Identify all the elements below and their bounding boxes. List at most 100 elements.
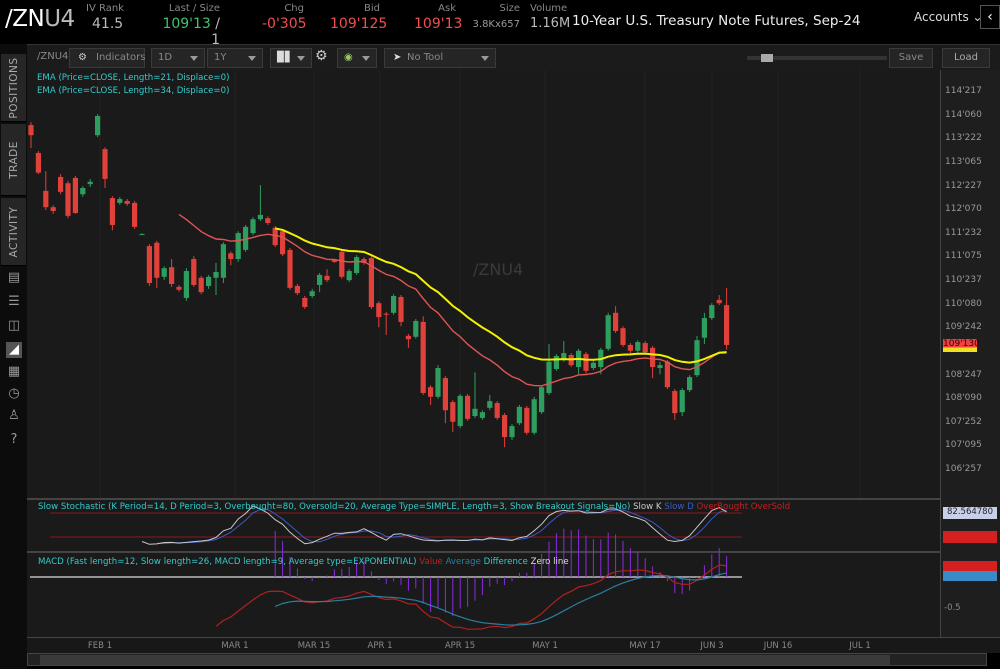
- ema34-legend[interactable]: EMA (Price=CLOSE, Length=34, Displace=0): [37, 86, 229, 96]
- candle-body: [228, 253, 234, 260]
- candle-body: [50, 207, 56, 212]
- candle-body: [531, 399, 537, 433]
- candle-body: [472, 408, 478, 416]
- stochastic-legend[interactable]: Slow Stochastic (K Period=14, D Period=3…: [38, 502, 790, 512]
- macd-title: MACD (Fast length=12, Slow length=26, MA…: [38, 557, 417, 567]
- candle-body: [257, 214, 263, 220]
- candle-body: [391, 296, 397, 313]
- macd-legend[interactable]: MACD (Fast length=12, Slow length=26, MA…: [38, 557, 569, 567]
- candle-body: [687, 377, 693, 391]
- candle-body: [339, 251, 345, 277]
- candle-body: [280, 231, 286, 255]
- candle-body: [191, 259, 197, 285]
- legend-slow-d: Slow D: [664, 502, 694, 512]
- candle-body: [590, 362, 596, 368]
- candle-body: [546, 361, 552, 393]
- candle-body: [213, 272, 219, 278]
- candle-body: [398, 296, 404, 322]
- candle-body: [235, 233, 241, 260]
- candle-body: [694, 340, 700, 376]
- candle-body: [420, 321, 426, 393]
- candle-body: [553, 356, 559, 369]
- candle-body: [620, 328, 626, 345]
- candle-body: [287, 249, 293, 288]
- candle-body: [206, 276, 212, 286]
- candle-body: [457, 395, 463, 427]
- candle-body: [95, 116, 101, 136]
- ema34-line: [275, 227, 727, 364]
- candle-body: [709, 305, 715, 319]
- candle-body: [701, 318, 707, 338]
- candle-body: [161, 268, 167, 277]
- candle-body: [346, 271, 352, 281]
- candle-body: [376, 303, 382, 318]
- candle-body: [413, 320, 419, 337]
- candle-body: [509, 426, 515, 438]
- candle-body: [294, 285, 300, 294]
- candle-body: [442, 378, 448, 411]
- candle-body: [324, 275, 330, 281]
- candle-body: [465, 395, 471, 419]
- panel-separator: [27, 551, 940, 553]
- legend-difference: Difference: [483, 557, 528, 567]
- candle-body: [146, 246, 152, 284]
- candle-body: [642, 343, 648, 353]
- candle-body: [302, 297, 308, 308]
- legend-zero-line: Zero line: [530, 557, 569, 567]
- legend-average: Average: [445, 557, 481, 567]
- candle-body: [613, 312, 619, 332]
- candle-body: [169, 267, 175, 284]
- ema21-legend[interactable]: EMA (Price=CLOSE, Length=21, Displace=0): [37, 73, 229, 83]
- candle-body: [102, 149, 108, 179]
- panel-separator: [27, 498, 940, 500]
- candle-body: [657, 365, 663, 368]
- candle-body: [124, 200, 130, 204]
- chart-watermark: /ZNU4: [473, 260, 524, 279]
- candle-body: [516, 406, 522, 424]
- candle-body: [635, 342, 641, 351]
- candle-body: [28, 125, 34, 136]
- candle-body: [154, 242, 160, 278]
- candle-body: [35, 152, 41, 173]
- candle-body: [539, 387, 545, 413]
- candle-body: [479, 412, 485, 418]
- candle-body: [502, 415, 508, 438]
- candle-body: [354, 257, 360, 273]
- candle-body: [220, 244, 226, 278]
- candle-body: [117, 199, 123, 203]
- candle-body: [627, 344, 633, 351]
- legend-slow-k: Slow K: [633, 502, 662, 512]
- candle-body: [428, 387, 434, 397]
- candle-body: [524, 407, 530, 433]
- legend-value: Value: [419, 557, 443, 567]
- candle-body: [65, 183, 71, 216]
- legend-overbought: OverBought: [696, 502, 749, 512]
- candle-body: [317, 274, 323, 285]
- candle-body: [605, 315, 611, 349]
- candle-body: [58, 176, 64, 192]
- candle-body: [87, 181, 93, 185]
- candle-body: [583, 354, 589, 371]
- candle-body: [43, 190, 49, 208]
- candle-body: [435, 368, 441, 397]
- candle-body: [72, 177, 78, 213]
- candle-body: [383, 313, 389, 315]
- stochastic-title: Slow Stochastic (K Period=14, D Period=3…: [38, 502, 631, 512]
- candle-body: [109, 198, 115, 225]
- candle-body: [724, 305, 730, 345]
- candle-body: [650, 347, 656, 368]
- candle-body: [664, 361, 670, 388]
- chart-canvas: [27, 70, 940, 637]
- candle-body: [450, 402, 456, 422]
- candle-body: [672, 391, 678, 414]
- candle-body: [716, 299, 722, 304]
- candle-body: [176, 286, 182, 290]
- candle-body: [494, 403, 500, 418]
- candle-body: [183, 271, 189, 298]
- candle-body: [487, 401, 493, 408]
- legend-oversold: OverSold: [750, 502, 791, 512]
- candle-body: [198, 277, 204, 293]
- candle-body: [679, 390, 685, 413]
- ema21-line: [178, 213, 727, 387]
- candle-body: [80, 188, 86, 195]
